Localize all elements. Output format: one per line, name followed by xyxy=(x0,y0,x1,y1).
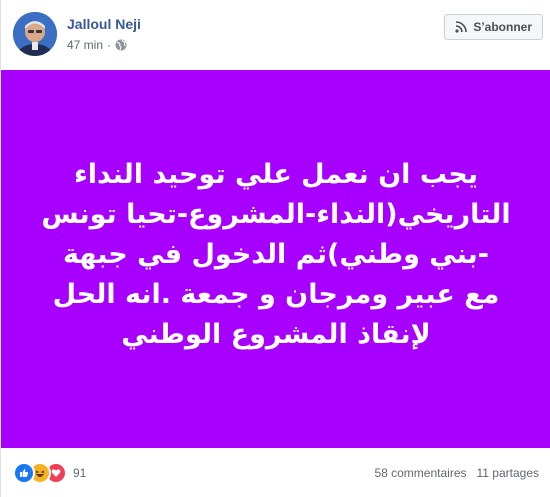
post-background: يجب ان نعمل علي توحيد النداء التاريخي(ال… xyxy=(1,70,550,448)
post-text: يجب ان نعمل علي توحيد النداء التاريخي(ال… xyxy=(41,159,511,350)
author-name[interactable]: Jalloul Neji xyxy=(67,16,141,32)
like-icon xyxy=(13,462,35,484)
post-card: Jalloul Neji 47 min · S’abonner يجب ان ن… xyxy=(0,0,550,497)
reaction-count: 91 xyxy=(73,466,87,480)
post-header: Jalloul Neji 47 min · S’abonner xyxy=(13,10,543,62)
reactions-summary[interactable]: 91 xyxy=(13,462,86,484)
comments-count[interactable]: 58 commentaires xyxy=(374,466,466,480)
globe-icon xyxy=(115,39,127,51)
follow-button[interactable]: S’abonner xyxy=(444,14,543,40)
post-time[interactable]: 47 min xyxy=(67,38,103,52)
post-stats: 58 commentaires 11 partages xyxy=(374,466,539,480)
post-meta: 47 min · xyxy=(67,38,127,52)
author-avatar[interactable] xyxy=(13,12,57,56)
meta-separator: · xyxy=(107,38,112,52)
rss-icon xyxy=(455,21,468,33)
shares-count[interactable]: 11 partages xyxy=(477,466,540,480)
follow-label: S’abonner xyxy=(473,20,532,34)
post-footer: 91 58 commentaires 11 partages xyxy=(13,458,539,488)
